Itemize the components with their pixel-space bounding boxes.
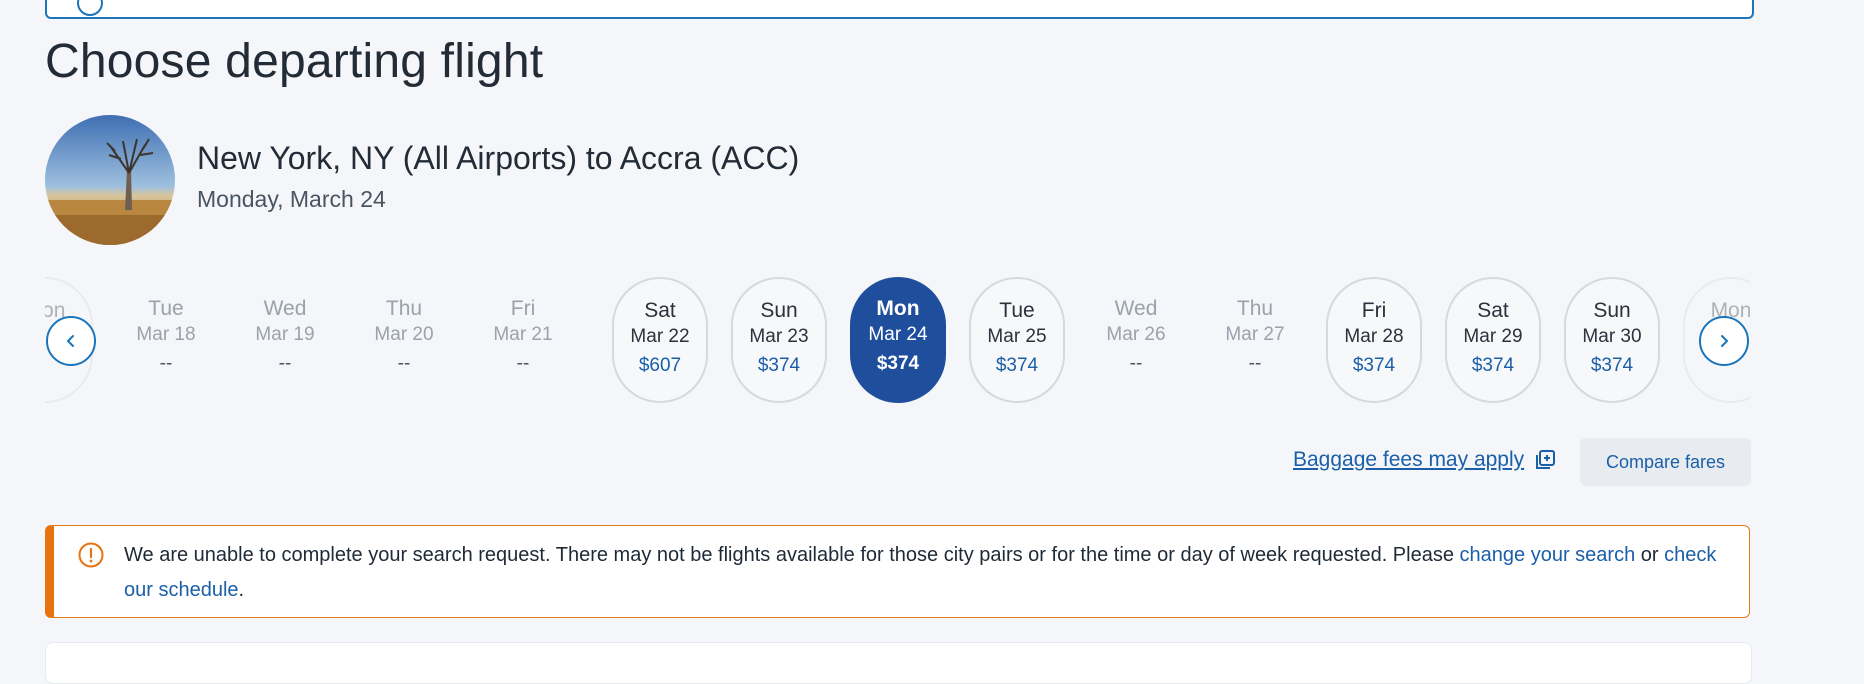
date-option[interactable]: Wed Mar 26 -- xyxy=(1088,277,1184,403)
date-option[interactable]: Sat Mar 22 $607 xyxy=(612,277,708,403)
date-price: -- xyxy=(159,353,173,374)
baggage-fees-label: Baggage fees may apply xyxy=(1293,448,1525,471)
date-day-of-week: Sun xyxy=(1593,299,1631,322)
search-error-alert: We are unable to complete your search re… xyxy=(45,525,1750,618)
date-day-of-week: Fri xyxy=(1361,299,1387,322)
date-month-day: Mar 19 xyxy=(255,324,315,345)
chevron-right-icon xyxy=(1721,335,1728,347)
date-day-of-week: Thu xyxy=(385,297,423,320)
date-option[interactable]: Tue Mar 25 $374 xyxy=(969,277,1065,403)
external-window-icon xyxy=(1536,450,1556,469)
date-option[interactable]: Fri Mar 28 $374 xyxy=(1326,277,1422,403)
date-month-day: Mar 20 xyxy=(374,324,434,345)
compare-fares-button[interactable]: Compare fares xyxy=(1580,438,1751,486)
date-option[interactable]: Sun Mar 23 $374 xyxy=(731,277,827,403)
date-option[interactable]: Wed Mar 19 -- xyxy=(237,277,333,403)
route-title: New York, NY (All Airports) to Accra (AC… xyxy=(197,140,800,176)
date-price: -- xyxy=(1129,353,1143,374)
date-month-day: Mar 29 xyxy=(1463,326,1523,347)
date-price: $374 xyxy=(757,355,801,376)
date-day-of-week: Tue xyxy=(999,299,1035,322)
date-day-of-week: Mon xyxy=(876,297,920,320)
date-option[interactable]: Fri Mar 21 -- xyxy=(475,277,571,403)
alert-text: We are unable to complete your search re… xyxy=(124,544,1460,566)
chevron-left-icon xyxy=(67,335,74,347)
date-month-day: Mar 30 xyxy=(1582,326,1642,347)
results-card xyxy=(45,642,1752,684)
date-month-day: Mar 26 xyxy=(1106,324,1166,345)
search-summary-box xyxy=(45,0,1754,19)
date-price: $374 xyxy=(1590,355,1634,376)
date-month-day: Mar 25 xyxy=(987,326,1047,347)
date-day-of-week: Sat xyxy=(644,299,676,322)
date-price: $374 xyxy=(995,355,1039,376)
date-price: $374 xyxy=(1352,355,1396,376)
date-price: -- xyxy=(1248,353,1262,374)
date-day-of-week: Sat xyxy=(1477,299,1509,322)
date-month-day: Mar 18 xyxy=(136,324,196,345)
date-option[interactable]: Sat Mar 29 $374 xyxy=(1445,277,1541,403)
date-month-day: Mar 27 xyxy=(1225,324,1285,345)
date-day-of-week: Sun xyxy=(760,299,798,322)
date-carousel: Mon Tue Mar 18 -- Wed Mar 19 -- Thu Mar … xyxy=(45,275,1750,409)
alert-message: We are unable to complete your search re… xyxy=(124,538,1729,608)
date-day-of-week: Wed xyxy=(1114,297,1158,320)
change-search-link[interactable]: change your search xyxy=(1460,544,1636,566)
destination-image xyxy=(45,115,175,245)
date-month-day: Mar 28 xyxy=(1344,326,1404,347)
date-month-day: Mar 21 xyxy=(493,324,553,345)
date-option[interactable]: Thu Mar 20 -- xyxy=(356,277,452,403)
date-month-day: Mar 22 xyxy=(630,326,690,347)
alert-text-end: . xyxy=(238,579,245,601)
route-date: Monday, March 24 xyxy=(197,186,386,212)
date-option[interactable]: Sun Mar 30 $374 xyxy=(1564,277,1660,403)
alert-text-or: or xyxy=(1635,544,1665,566)
previous-dates-button[interactable] xyxy=(46,316,96,366)
date-day-of-week: Tue xyxy=(148,297,184,320)
next-dates-button[interactable] xyxy=(1699,316,1749,366)
date-day-of-week: Thu xyxy=(1236,297,1274,320)
date-price: -- xyxy=(397,353,411,374)
date-day-of-week: Wed xyxy=(263,297,307,320)
date-month-day: Mar 24 xyxy=(868,324,928,345)
date-price: $374 xyxy=(876,353,920,374)
date-day-of-week: Fri xyxy=(510,297,536,320)
date-price: -- xyxy=(278,353,292,374)
date-price: $607 xyxy=(638,355,682,376)
warning-icon xyxy=(78,542,104,568)
date-price: -- xyxy=(516,353,530,374)
date-price: $374 xyxy=(1471,355,1515,376)
date-option[interactable]: Tue Mar 18 -- xyxy=(118,277,214,403)
baggage-fees-link[interactable]: Baggage fees may apply xyxy=(1293,448,1556,472)
date-month-day: Mar 23 xyxy=(749,326,809,347)
page-title: Choose departing flight xyxy=(45,35,544,88)
info-icon xyxy=(77,0,103,16)
date-option[interactable]: Thu Mar 27 -- xyxy=(1207,277,1303,403)
date-option-selected[interactable]: Mon Mar 24 $374 xyxy=(850,277,946,403)
